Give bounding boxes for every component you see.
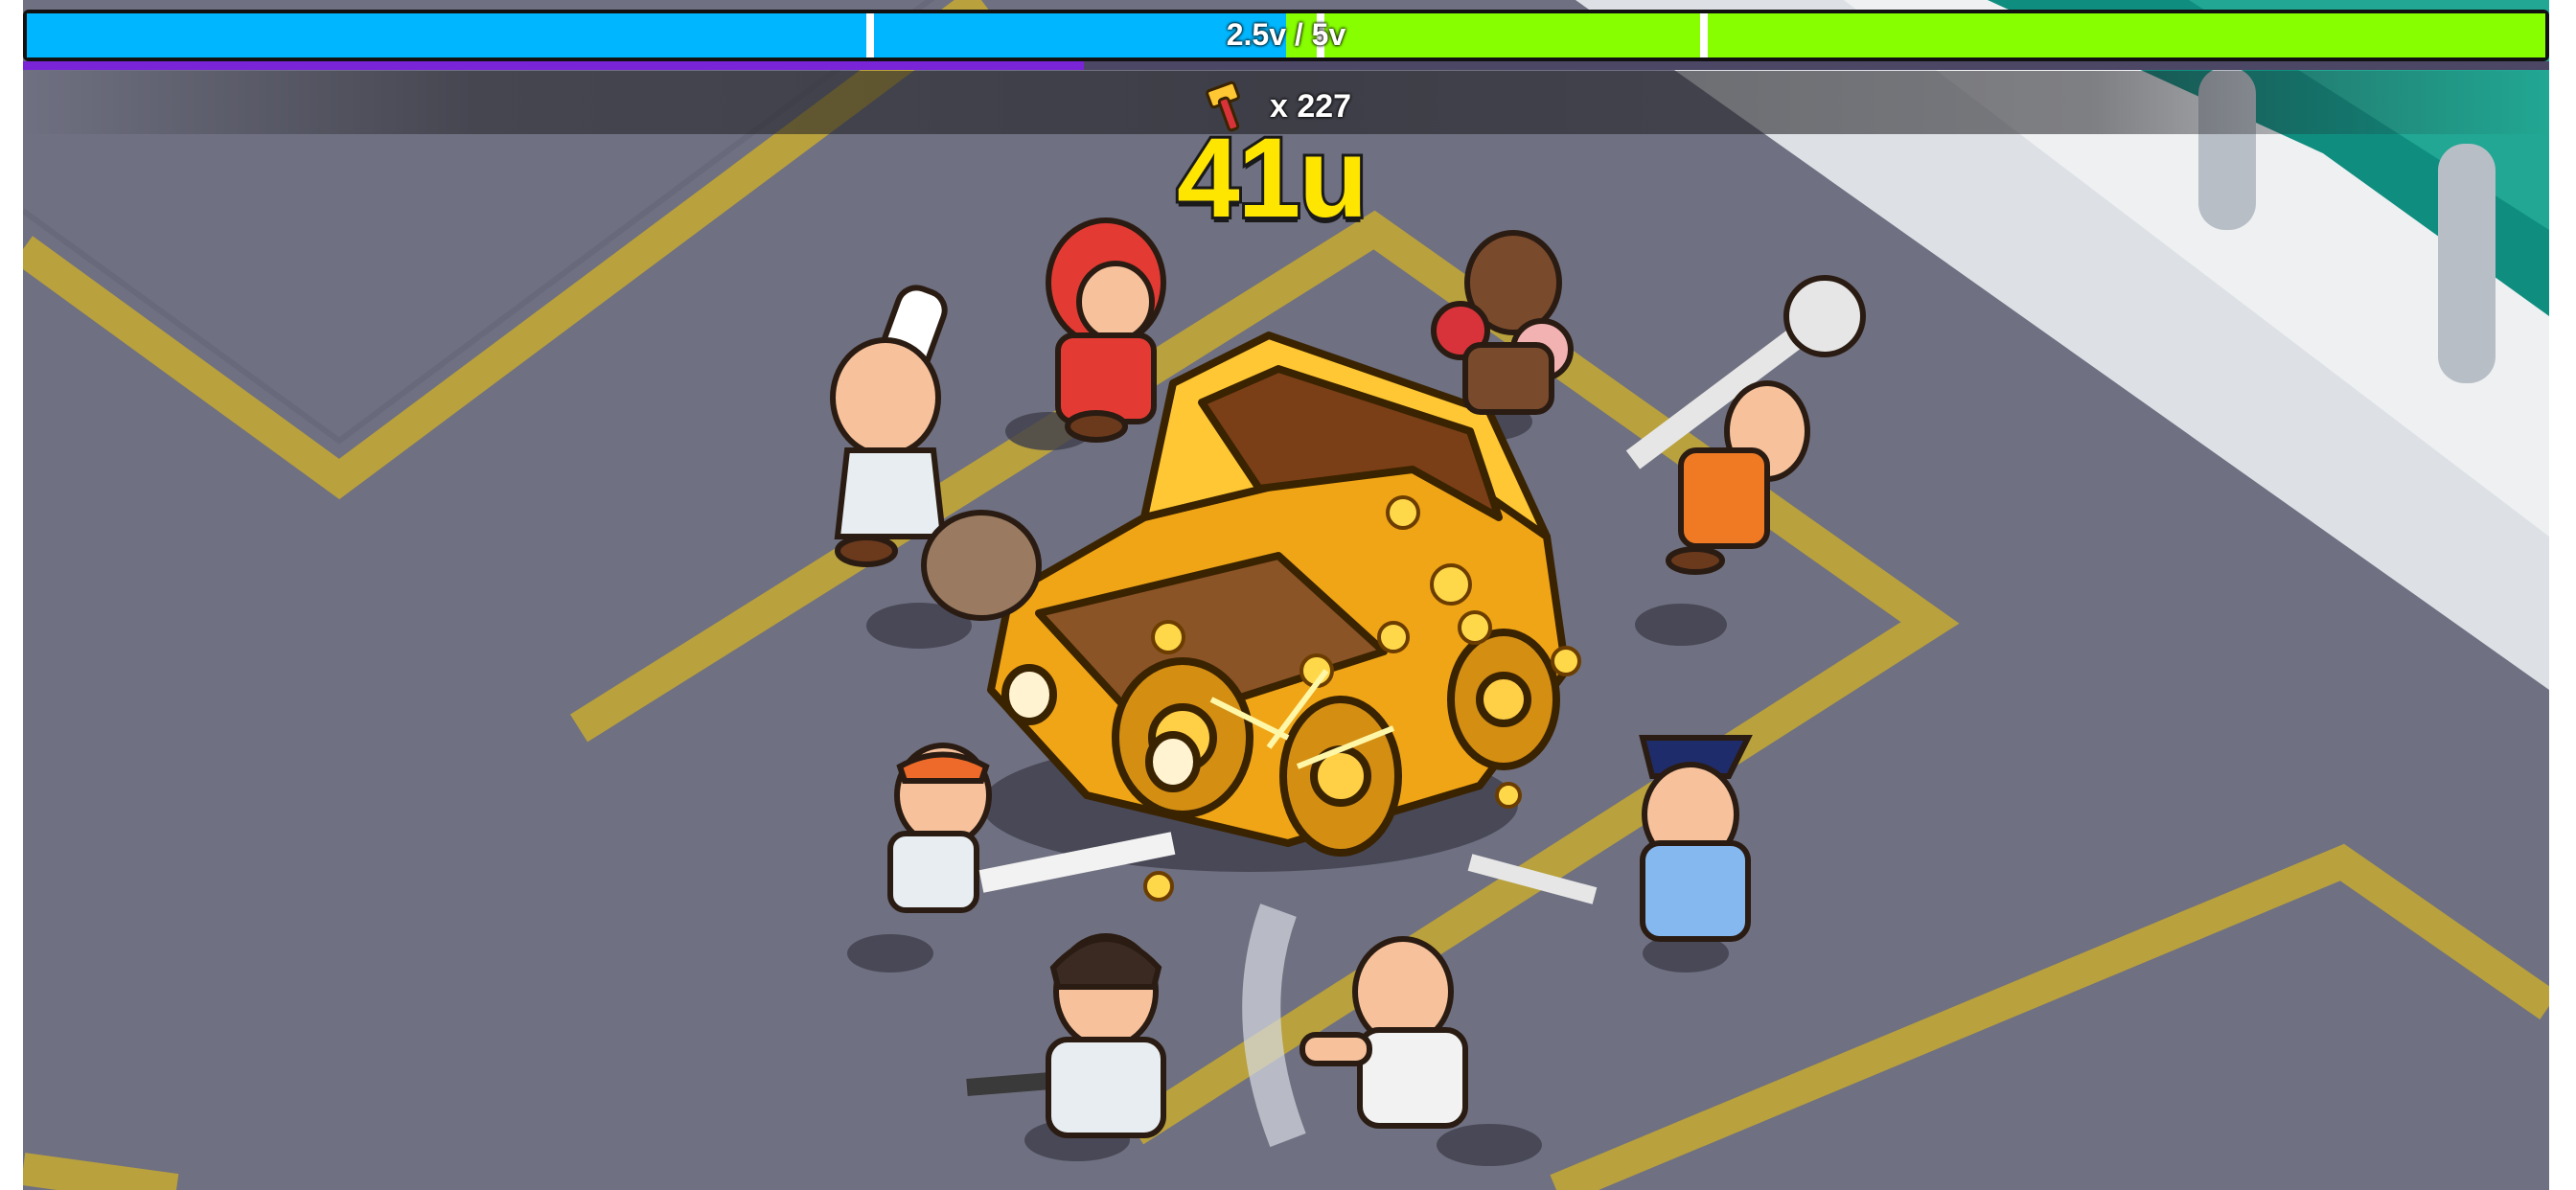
character-football-player xyxy=(1046,217,1166,443)
health-text: 2.5v / 5v xyxy=(1226,17,1346,52)
secondary-progress-fill xyxy=(23,61,1084,70)
boss-health-bar: 2.5v / 5v xyxy=(23,10,2549,61)
secondary-progress-bar xyxy=(23,61,2549,70)
damage-number: 41u xyxy=(1174,112,1370,244)
